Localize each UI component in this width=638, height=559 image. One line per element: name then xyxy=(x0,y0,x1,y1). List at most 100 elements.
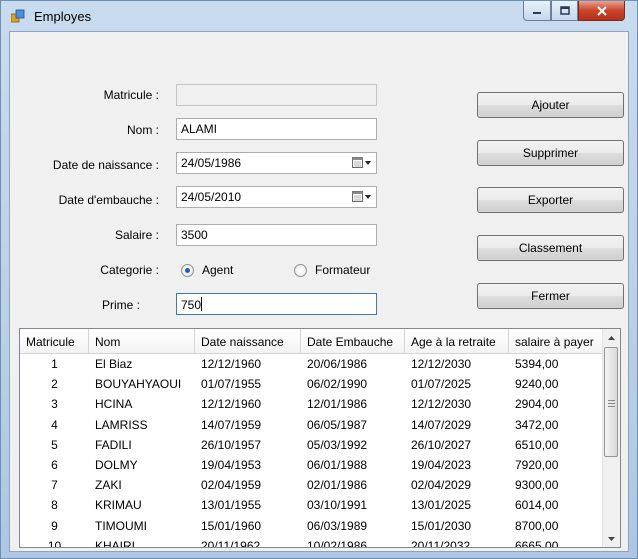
table-cell[interactable]: 20/06/1986 xyxy=(301,357,405,371)
table-cell[interactable]: 3 xyxy=(20,397,89,411)
table-cell[interactable]: 12/12/2030 xyxy=(405,357,509,371)
table-cell[interactable]: DOLMY xyxy=(89,458,195,472)
table-cell[interactable]: 6 xyxy=(20,458,89,472)
column-header-matricule[interactable]: Matricule xyxy=(20,329,89,353)
table-cell[interactable]: El Biaz xyxy=(89,357,195,371)
table-cell[interactable]: 1 xyxy=(20,357,89,371)
table-row[interactable]: 2 BOUYAHYAOUI 01/07/1955 06/02/1990 01/07/20… xyxy=(20,374,603,394)
minimize-button[interactable] xyxy=(523,1,551,21)
table-row[interactable]: 8 KRIMAU 13/01/1955 03/10/1991 13/01/2025 601… xyxy=(20,495,603,515)
table-cell[interactable]: 8 xyxy=(20,498,89,512)
table-cell[interactable]: 05/03/1992 xyxy=(301,438,405,452)
column-header-nom[interactable]: Nom xyxy=(89,329,195,353)
vertical-scrollbar[interactable] xyxy=(602,329,620,547)
column-header-date-naissance[interactable]: Date naissance xyxy=(195,329,301,353)
table-cell[interactable]: TIMOUMI xyxy=(89,519,195,533)
table-cell[interactable]: LAMRISS xyxy=(89,418,195,432)
table-cell[interactable]: 06/02/1990 xyxy=(301,377,405,391)
exporter-button[interactable]: Exporter xyxy=(477,187,624,213)
table-cell[interactable]: 20/11/1962 xyxy=(195,539,301,547)
close-button[interactable] xyxy=(578,1,625,21)
table-cell[interactable]: 14/07/2029 xyxy=(405,418,509,432)
scroll-thumb[interactable] xyxy=(604,347,618,457)
table-row[interactable]: 9 TIMOUMI 15/01/1960 06/03/1989 15/01/2030 87… xyxy=(20,516,603,536)
title-bar[interactable]: Employes xyxy=(1,1,637,31)
table-cell[interactable]: 19/04/2023 xyxy=(405,458,509,472)
calendar-dropdown-icon[interactable] xyxy=(352,190,372,204)
table-cell[interactable]: 02/04/2029 xyxy=(405,478,509,492)
table-cell[interactable]: 6665,00 xyxy=(509,539,603,547)
table-cell[interactable]: 14/07/1959 xyxy=(195,418,301,432)
table-cell[interactable]: 26/10/2027 xyxy=(405,438,509,452)
table-cell[interactable]: 06/03/1989 xyxy=(301,519,405,533)
table-cell[interactable]: 7 xyxy=(20,478,89,492)
prime-field[interactable]: 750 xyxy=(176,293,377,315)
table-cell[interactable]: 20/11/2032 xyxy=(405,539,509,547)
table-cell[interactable]: 15/01/2030 xyxy=(405,519,509,533)
table-cell[interactable]: 03/10/1991 xyxy=(301,498,405,512)
table-cell[interactable]: 5 xyxy=(20,438,89,452)
table-row[interactable]: 6 DOLMY 19/04/1953 06/01/1988 19/04/2023 7920… xyxy=(20,455,603,475)
table-cell[interactable]: 10 xyxy=(20,539,89,547)
table-cell[interactable]: 19/04/1953 xyxy=(195,458,301,472)
table-cell[interactable]: 4 xyxy=(20,418,89,432)
table-cell[interactable]: 12/12/1960 xyxy=(195,357,301,371)
calendar-dropdown-icon[interactable] xyxy=(352,156,372,170)
column-header-salaire[interactable]: salaire à payer xyxy=(509,329,603,353)
date-embauche-picker[interactable]: 24/05/2010 xyxy=(176,186,377,208)
table-cell[interactable]: 01/07/1955 xyxy=(195,377,301,391)
matricule-field[interactable] xyxy=(176,84,377,106)
column-header-age-retraite[interactable]: Age à la retraite xyxy=(405,329,509,353)
table-cell[interactable]: 12/12/1960 xyxy=(195,397,301,411)
table-cell[interactable]: FADILI xyxy=(89,438,195,452)
table-row[interactable]: 3 HCINA 12/12/1960 12/01/1986 12/12/2030 2904… xyxy=(20,394,603,414)
categorie-agent-radio[interactable]: Agent xyxy=(181,263,233,277)
table-cell[interactable]: 15/01/1960 xyxy=(195,519,301,533)
table-cell[interactable]: 01/07/2025 xyxy=(405,377,509,391)
table-row[interactable]: 4 LAMRISS 14/07/1959 06/05/1987 14/07/2029 34… xyxy=(20,415,603,435)
table-cell[interactable]: ZAKI xyxy=(89,478,195,492)
table-cell[interactable]: 12/12/2030 xyxy=(405,397,509,411)
table-cell[interactable]: 13/01/2025 xyxy=(405,498,509,512)
table-cell[interactable]: 12/01/1986 xyxy=(301,397,405,411)
scroll-up-arrow[interactable] xyxy=(603,329,620,346)
table-cell[interactable]: 2 xyxy=(20,377,89,391)
categorie-formateur-radio[interactable]: Formateur xyxy=(294,263,370,277)
table-row[interactable]: 5 FADILI 26/10/1957 05/03/1992 26/10/2027 651… xyxy=(20,435,603,455)
table-cell[interactable]: BOUYAHYAOUI xyxy=(89,377,195,391)
table-row[interactable]: 10 KHAIRI 20/11/1962 10/02/1986 20/11/2032 66… xyxy=(20,536,603,547)
table-cell[interactable]: 06/05/1987 xyxy=(301,418,405,432)
table-cell[interactable]: 9 xyxy=(20,519,89,533)
table-cell[interactable]: 02/04/1959 xyxy=(195,478,301,492)
table-cell[interactable]: 13/01/1955 xyxy=(195,498,301,512)
table-cell[interactable]: 06/01/1988 xyxy=(301,458,405,472)
table-row[interactable]: 1 El Biaz 12/12/1960 20/06/1986 12/12/2030 53… xyxy=(20,354,603,374)
maximize-button[interactable] xyxy=(551,1,578,21)
table-cell[interactable]: HCINA xyxy=(89,397,195,411)
table-cell[interactable]: 10/02/1986 xyxy=(301,539,405,547)
table-row[interactable]: 7 ZAKI 02/04/1959 02/01/1986 02/04/2029 9300,… xyxy=(20,475,603,495)
date-naissance-picker[interactable]: 24/05/1986 xyxy=(176,152,377,174)
table-cell[interactable]: 9300,00 xyxy=(509,478,603,492)
table-cell[interactable]: 2904,00 xyxy=(509,397,603,411)
table-cell[interactable]: 6510,00 xyxy=(509,438,603,452)
fermer-button[interactable]: Fermer xyxy=(477,283,624,309)
table-cell[interactable]: 8700,00 xyxy=(509,519,603,533)
table-cell[interactable]: 5394,00 xyxy=(509,357,603,371)
classement-button[interactable]: Classement xyxy=(477,235,624,261)
column-header-date-embauche[interactable]: Date Embauche xyxy=(301,329,405,353)
table-cell[interactable]: 26/10/1957 xyxy=(195,438,301,452)
table-cell[interactable]: 7920,00 xyxy=(509,458,603,472)
ajouter-button[interactable]: Ajouter xyxy=(477,92,624,118)
table-cell[interactable]: 6014,00 xyxy=(509,498,603,512)
employees-grid[interactable]: Matricule Nom Date naissance Date Embauc… xyxy=(19,328,621,548)
salaire-field[interactable]: 3500 xyxy=(176,224,377,246)
table-cell[interactable]: 3472,00 xyxy=(509,418,603,432)
supprimer-button[interactable]: Supprimer xyxy=(477,140,624,166)
table-cell[interactable]: KRIMAU xyxy=(89,498,195,512)
table-cell[interactable]: KHAIRI xyxy=(89,539,195,547)
nom-field[interactable]: ALAMI xyxy=(176,118,377,140)
scroll-down-arrow[interactable] xyxy=(603,530,620,547)
table-cell[interactable]: 9240,00 xyxy=(509,377,603,391)
table-cell[interactable]: 02/01/1986 xyxy=(301,478,405,492)
